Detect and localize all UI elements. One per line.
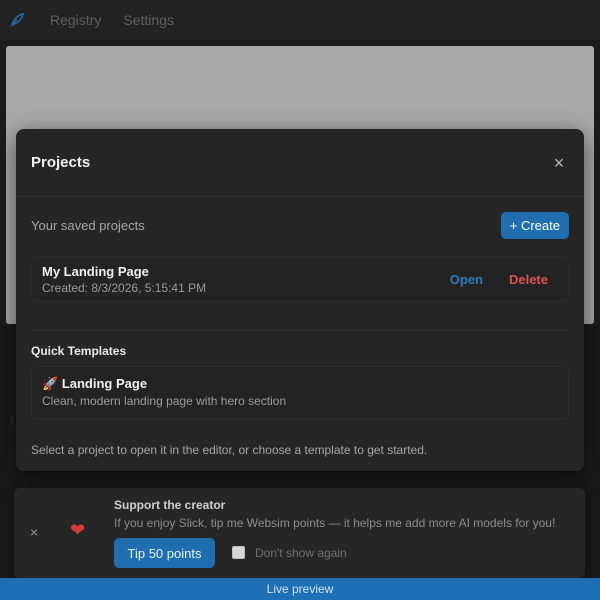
live-preview-bar[interactable]: Live preview: [0, 578, 600, 600]
support-toast: × ❤ Support the creator If you enjoy Sli…: [14, 488, 585, 578]
delete-project-button[interactable]: Delete: [509, 272, 548, 287]
saved-projects-row: Your saved projects + Create: [16, 197, 584, 253]
top-bar: Registry Settings: [0, 0, 600, 40]
nav-settings[interactable]: Settings: [123, 12, 174, 28]
modal-title: Projects: [31, 154, 91, 171]
feather-icon[interactable]: [8, 11, 26, 29]
project-created-date: Created: 8/3/2026, 5:15:41 PM: [42, 280, 207, 295]
toast-message: If you enjoy Slick, tip me Websim points…: [114, 516, 556, 530]
toast-title: Support the creator: [114, 498, 226, 512]
rocket-icon: 🚀: [42, 376, 59, 391]
modal-header: Projects ×: [16, 129, 584, 197]
quick-templates-heading: Quick Templates: [31, 344, 127, 358]
create-button[interactable]: + Create: [500, 211, 569, 239]
project-actions: Open Delete: [450, 272, 558, 287]
heart-icon: ❤: [70, 520, 86, 540]
live-preview-label: Live preview: [266, 582, 334, 596]
template-description: Clean, modern landing page with hero sec…: [42, 394, 287, 408]
project-name: My Landing Page: [42, 263, 149, 279]
background-text: I: [10, 413, 14, 428]
tip-button[interactable]: Tip 50 points: [114, 538, 215, 568]
close-icon[interactable]: ×: [30, 524, 38, 540]
modal-footnote: Select a project to open it in the edito…: [31, 443, 428, 457]
close-icon[interactable]: ×: [549, 154, 569, 172]
dont-show-label[interactable]: Don't show again: [255, 546, 347, 560]
dont-show-checkbox[interactable]: [232, 546, 245, 559]
template-title: 🚀 Landing Page: [42, 376, 558, 392]
template-name: Landing Page: [61, 376, 148, 391]
saved-projects-label: Your saved projects: [31, 217, 145, 233]
project-info: My Landing Page Created: 8/3/2026, 5:15:…: [42, 264, 206, 295]
project-card[interactable]: My Landing Page Created: 8/3/2026, 5:15:…: [31, 257, 569, 301]
template-card-landing-page[interactable]: 🚀 Landing Page Clean, modern landing pag…: [31, 366, 569, 419]
nav-registry[interactable]: Registry: [50, 12, 101, 28]
open-project-button[interactable]: Open: [450, 272, 483, 287]
projects-modal: Projects × Your saved projects + Create …: [16, 129, 584, 471]
